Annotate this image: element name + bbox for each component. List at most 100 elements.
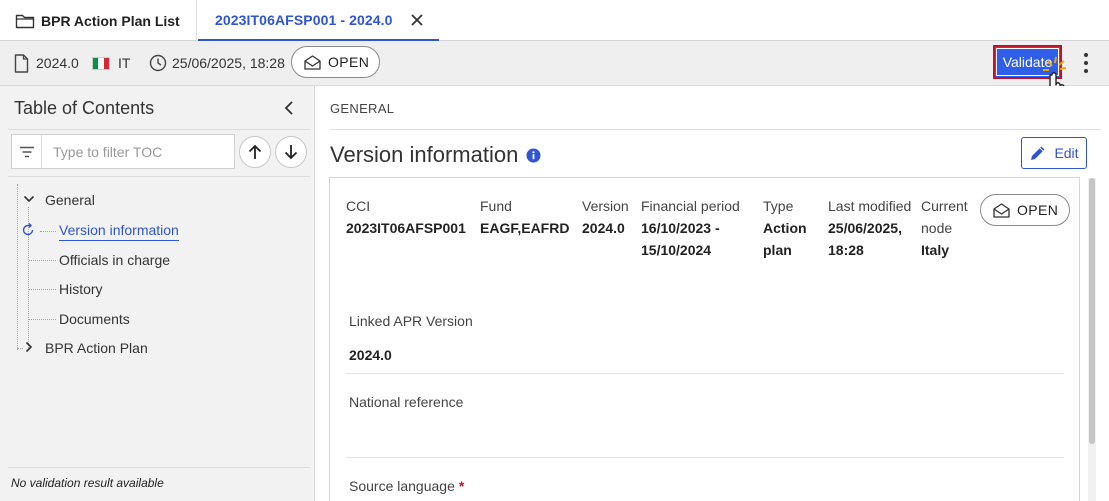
field-label-text: Source language: [349, 478, 455, 494]
version-value: 2024.0: [36, 55, 79, 71]
section-label: GENERAL: [330, 101, 395, 116]
open-envelope-icon: [304, 54, 321, 70]
field-label: Linked APR Version: [349, 313, 473, 329]
field-label: Fund: [480, 198, 512, 214]
divider: [8, 176, 310, 177]
field-label: Type: [763, 198, 794, 214]
toc-filter-input[interactable]: [41, 135, 234, 168]
arrow-up-icon: [248, 144, 262, 160]
tab-label: BPR Action Plan List: [41, 12, 180, 29]
version-indicator: 2024.0: [14, 41, 79, 85]
status-label: OPEN: [1017, 202, 1059, 218]
card-status-open-button[interactable]: OPEN: [980, 194, 1070, 226]
field-cci: CCI 2023IT06AFSP001: [346, 195, 466, 239]
toc-item-officials-in-charge[interactable]: Officials in charge: [59, 252, 170, 268]
field-value: 2023IT06AFSP001: [346, 220, 466, 236]
page-title-text: Version information: [330, 142, 519, 167]
scrollbar-thumb[interactable]: [1089, 178, 1095, 444]
toc-title: Table of Contents: [14, 98, 155, 118]
timestamp-indicator: 25/06/2025, 18:28: [149, 41, 285, 85]
tab-version-detail[interactable]: 2023IT06AFSP001 - 2024.0: [198, 0, 439, 41]
status-label: OPEN: [328, 54, 370, 70]
timestamp-value: 25/06/2025, 18:28: [172, 55, 285, 71]
field-label: National reference: [349, 394, 464, 410]
field-value: Italy: [921, 242, 950, 258]
field-label: Financial period: [641, 198, 740, 214]
tree-connector: [29, 260, 56, 261]
edit-label: Edit: [1054, 145, 1079, 161]
field-value: 18:28: [828, 242, 864, 258]
toc-item-version-information[interactable]: Version information: [59, 222, 179, 241]
main-content: GENERAL Version information Edit CCI 202…: [315, 86, 1109, 501]
clock-icon: [149, 54, 167, 72]
edit-button[interactable]: Edit: [1021, 137, 1087, 169]
toc-item-history[interactable]: History: [59, 281, 103, 297]
divider: [330, 129, 1101, 130]
field-national-reference: National reference: [349, 391, 463, 413]
field-label: Last modified: [828, 198, 912, 214]
field-fund: Fund EAGF,EAFRD: [480, 195, 569, 239]
field-type: Type Action plan: [763, 195, 807, 261]
toc-item-general[interactable]: General: [45, 192, 95, 208]
divider: [346, 457, 1064, 458]
country-indicator: IT: [92, 41, 130, 85]
field-label: Source language *: [349, 475, 464, 497]
field-value: 2024.0: [349, 347, 392, 363]
arrow-down-button[interactable]: [275, 136, 307, 168]
field-value: 2024.0: [582, 220, 625, 236]
page-title: Version information: [330, 142, 541, 168]
divider: [8, 129, 310, 130]
filter-icon: [12, 146, 41, 158]
chevron-left-icon[interactable]: [283, 100, 295, 116]
field-value: plan: [763, 242, 792, 258]
toc-sidebar: Table of Contents General Version inform…: [0, 86, 315, 501]
arrow-down-icon: [284, 144, 298, 160]
field-label: node: [921, 220, 953, 236]
field-linked-apr-version: Linked APR Version 2024.0: [349, 310, 473, 366]
version-info-card: CCI 2023IT06AFSP001 Fund EAGF,EAFRD Vers…: [329, 177, 1080, 501]
tree-connector: [17, 184, 18, 350]
folder-icon: [15, 13, 35, 29]
open-envelope-icon: [993, 202, 1010, 218]
italy-flag-icon: [92, 56, 110, 70]
tab-bar: BPR Action Plan List 2023IT06AFSP001 - 2…: [0, 0, 1109, 41]
field-label: Current: [921, 198, 968, 214]
toc-filter: [11, 134, 235, 169]
field-value: 15/10/2024: [641, 242, 712, 258]
tree-connector: [29, 319, 56, 320]
status-open-button[interactable]: OPEN: [291, 46, 380, 78]
field-value: 25/06/2025,: [828, 220, 902, 236]
country-code: IT: [118, 55, 131, 71]
field-version: Version 2024.0: [582, 195, 629, 239]
validation-status-text: No validation result available: [11, 476, 164, 490]
chevron-right-icon[interactable]: [24, 341, 34, 353]
refresh-icon: [21, 223, 35, 237]
tree-connector: [17, 348, 23, 349]
tab-label: 2023IT06AFSP001 - 2024.0: [215, 11, 393, 28]
toolbar: 2024.0 IT 25/06/2025, 18:28 OPEN Validat…: [0, 41, 1109, 86]
more-options-icon[interactable]: [1079, 53, 1093, 73]
field-current-node: Current node Italy: [921, 195, 968, 261]
divider: [346, 373, 1064, 374]
field-source-language: Source language *: [349, 475, 464, 497]
field-value: Action: [763, 220, 807, 236]
field-label: Version: [582, 198, 629, 214]
field-last-modified: Last modified 25/06/2025, 18:28: [828, 195, 911, 261]
document-icon: [14, 53, 29, 73]
toc-item-documents[interactable]: Documents: [59, 311, 130, 327]
field-value: EAGF,EAFRD: [480, 220, 570, 236]
chevron-down-icon[interactable]: [23, 194, 35, 204]
divider: [8, 467, 310, 468]
field-financial-period: Financial period 16/10/2023 - 15/10/2024: [641, 195, 740, 261]
info-icon[interactable]: [526, 148, 541, 163]
close-icon[interactable]: [409, 12, 425, 28]
field-label: CCI: [346, 198, 371, 214]
tree-connector: [29, 289, 56, 290]
arrow-up-button[interactable]: [239, 136, 271, 168]
required-marker: *: [458, 478, 465, 494]
tree-connector: [40, 231, 56, 232]
toc-item-bpr-action-plan[interactable]: BPR Action Plan: [45, 340, 148, 356]
pencil-icon: [1029, 144, 1047, 162]
tab-bpr-action-plan-list[interactable]: BPR Action Plan List: [0, 0, 197, 41]
field-value: 16/10/2023 -: [641, 220, 720, 236]
